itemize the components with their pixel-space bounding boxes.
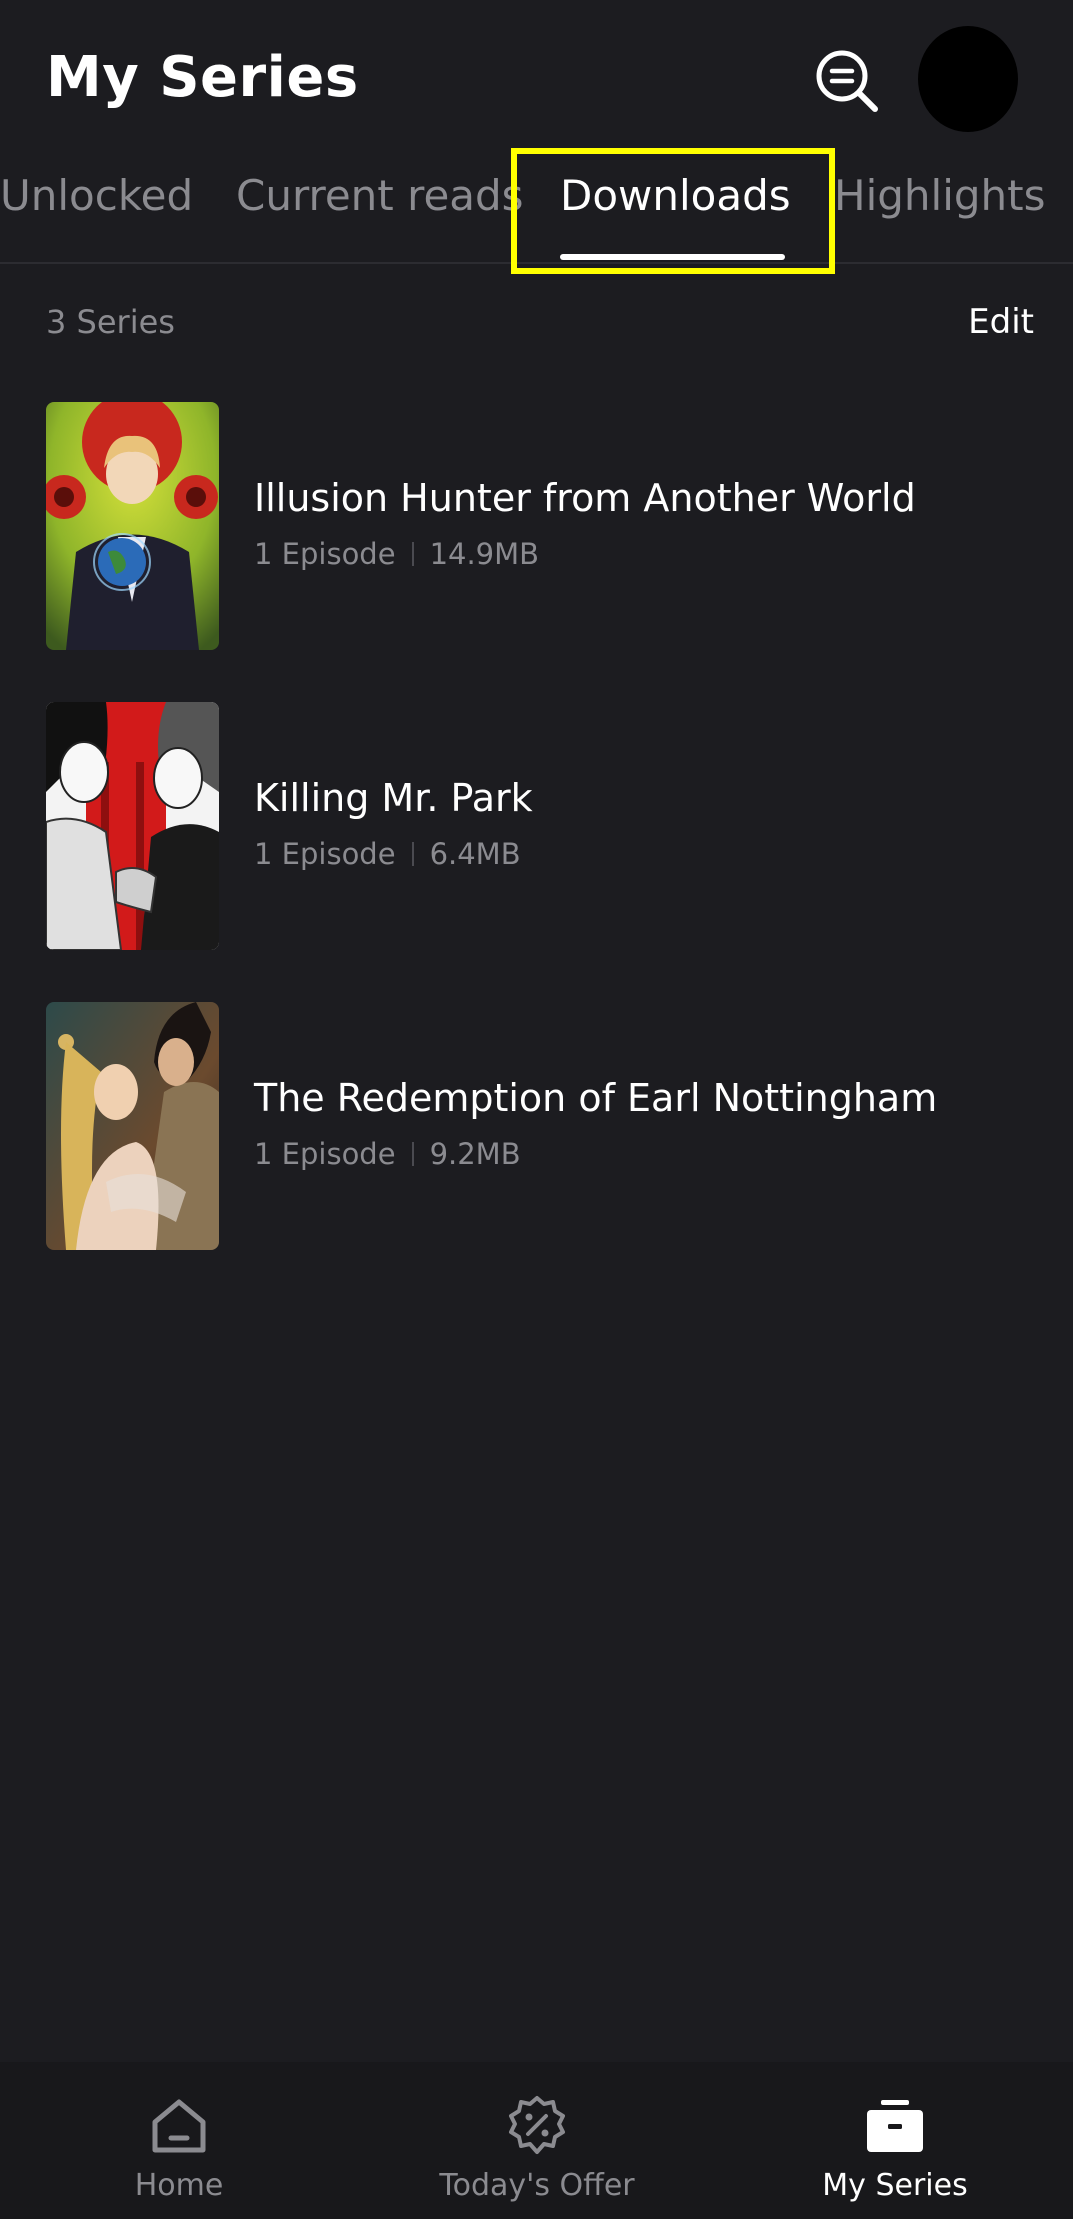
home-icon xyxy=(152,2099,206,2153)
file-size: 9.2MB xyxy=(429,1137,521,1171)
list-meta-bar: 3 Series Edit xyxy=(46,300,1034,350)
series-info: 1 Episode 14.9MB xyxy=(254,534,539,574)
search-button[interactable] xyxy=(810,44,882,116)
series-item-illusion-hunter[interactable]: Illusion Hunter from Another World 1 Epi… xyxy=(0,400,1073,650)
tab-downloads[interactable]: Downloads xyxy=(560,166,791,226)
active-tab-indicator xyxy=(560,254,785,260)
edit-button[interactable]: Edit xyxy=(968,300,1034,344)
series-cover-thumbnail xyxy=(46,1002,219,1250)
series-title: Illusion Hunter from Another World xyxy=(254,476,916,520)
series-title: The Redemption of Earl Nottingham xyxy=(254,1076,938,1120)
info-divider xyxy=(411,542,414,566)
series-item-redemption-earl-nottingham[interactable]: The Redemption of Earl Nottingham 1 Epis… xyxy=(0,1000,1073,1250)
nav-label: Home xyxy=(134,2168,224,2203)
info-divider xyxy=(411,842,414,866)
discount-badge-icon xyxy=(509,2096,565,2154)
tab-highlights[interactable]: Highlights xyxy=(834,166,1046,226)
tab-bar: Unlocked Current reads Downloads Highlig… xyxy=(0,150,1073,264)
series-item-killing-mr-park[interactable]: Killing Mr. Park 1 Episode 6.4MB xyxy=(0,700,1073,950)
nav-todays-offer[interactable]: Today's Offer xyxy=(358,2062,716,2219)
episode-count: 1 Episode xyxy=(254,837,396,871)
nav-home[interactable]: Home xyxy=(0,2062,358,2219)
series-count: 3 Series xyxy=(46,303,175,341)
series-info: 1 Episode 9.2MB xyxy=(254,1134,521,1174)
tab-current-reads[interactable]: Current reads xyxy=(236,166,524,226)
library-box-icon xyxy=(867,2100,923,2152)
search-icon xyxy=(816,50,878,112)
series-title: Killing Mr. Park xyxy=(254,776,533,820)
file-size: 6.4MB xyxy=(429,837,521,871)
series-info: 1 Episode 6.4MB xyxy=(254,834,521,874)
file-size: 14.9MB xyxy=(429,537,540,571)
episode-count: 1 Episode xyxy=(254,1137,396,1171)
tab-unlocked[interactable]: Unlocked xyxy=(0,166,193,226)
nav-my-series[interactable]: My Series xyxy=(716,2062,1073,2219)
page-title: My Series xyxy=(46,45,359,110)
nav-label: Today's Offer xyxy=(439,2168,635,2203)
bottom-navigation: Home Today's Offer My Series xyxy=(0,2062,1073,2219)
series-cover-thumbnail xyxy=(46,702,219,950)
info-divider xyxy=(411,1142,414,1166)
series-cover-thumbnail xyxy=(46,402,219,650)
episode-count: 1 Episode xyxy=(254,537,396,571)
profile-avatar[interactable] xyxy=(918,26,1018,132)
app-header: My Series xyxy=(0,0,1073,150)
nav-label: My Series xyxy=(822,2168,968,2203)
